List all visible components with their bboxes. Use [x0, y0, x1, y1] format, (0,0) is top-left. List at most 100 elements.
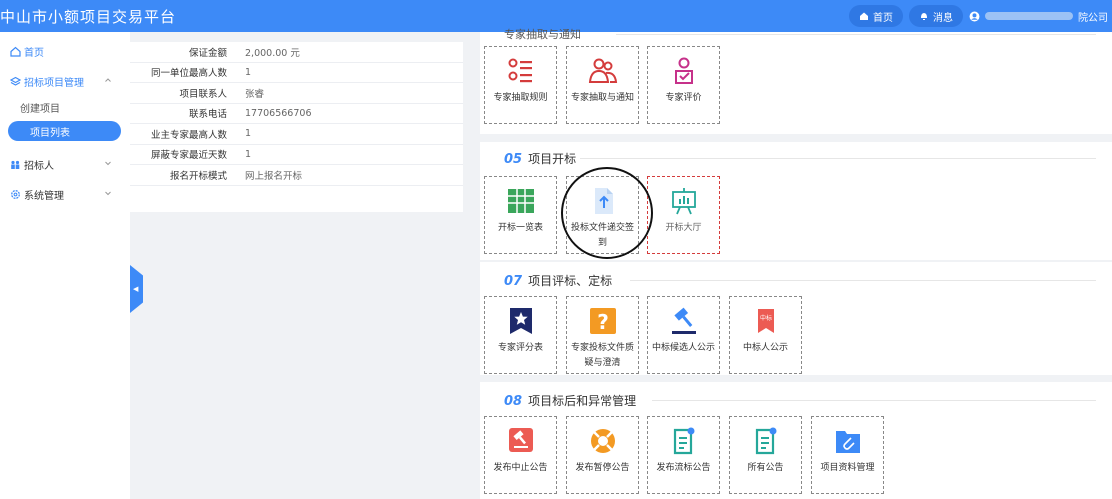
home-icon	[860, 12, 868, 20]
row-key: 业主专家最高人数	[150, 129, 227, 141]
card-label: 开标一览表	[497, 223, 543, 233]
card-candidate-publicity[interactable]: 中标候选人公示	[647, 296, 720, 374]
table-row: 同一单位最高人数 1	[130, 63, 463, 83]
card-label: 项目资料管理	[820, 463, 875, 473]
row-value: 2,000.00 元	[245, 47, 300, 59]
sidebar-item-system-mgmt[interactable]: 系统管理	[0, 179, 130, 209]
question-mark-icon: ?	[588, 307, 618, 335]
annotation-circle	[561, 167, 653, 259]
sidebar-item-label: 招标项目管理	[24, 77, 84, 89]
platform-title: 中山市小额项目交易平台	[0, 7, 177, 26]
presentation-board-icon	[669, 187, 699, 215]
card-winner-publicity[interactable]: 中标 中标人公示	[729, 296, 802, 374]
card-label: 专家投标文件质疑与澄清	[570, 343, 634, 368]
sidebar-subitem-label: 创建项目	[20, 103, 60, 115]
sidebar-item-bidder[interactable]: 招标人	[0, 149, 130, 179]
sidebar-subitem-label: 项目列表	[30, 127, 70, 139]
notice-document-icon	[669, 427, 699, 455]
sidebar-item-label: 系统管理	[24, 190, 64, 202]
user-menu[interactable]: 院公司	[969, 5, 1112, 27]
card-expert-extraction-notice[interactable]: 专家抽取与通知	[566, 46, 639, 124]
paperclip-folder-icon	[833, 427, 863, 455]
card-publish-termination[interactable]: 发布中止公告	[484, 416, 557, 494]
list-icon	[506, 57, 536, 85]
section-title-text: 项目评标、定标	[528, 274, 613, 288]
card-label: 专家抽取规则	[493, 93, 548, 103]
card-label: 专家抽取与通知	[570, 93, 634, 103]
row-key: 报名开标模式	[169, 170, 227, 182]
card-expert-evaluation[interactable]: 专家评价	[647, 46, 720, 124]
group-icon	[588, 57, 618, 85]
table-row: 保证金额 2,000.00 元	[130, 42, 463, 63]
sidebar-item-label: 招标人	[24, 160, 54, 172]
svg-text:?: ?	[597, 310, 609, 334]
table-row: 业主专家最高人数 1	[130, 124, 463, 145]
section-evaluation-award: 07 项目评标、定标 专家评分表 ? 专家投标文件质疑与澄清 中标候选人公示 中…	[480, 262, 1112, 375]
card-publish-suspension[interactable]: 发布暂停公告	[566, 416, 639, 494]
project-detail-table: 保证金额 2,000.00 元 同一单位最高人数 1 项目联系人 张睿 联系电话 177…	[130, 42, 463, 212]
card-label: 中标候选人公示	[651, 343, 715, 353]
card-label: 发布暂停公告	[575, 463, 630, 473]
card-expert-extraction-rules[interactable]: 专家抽取规则	[484, 46, 557, 124]
layers-icon	[10, 76, 21, 87]
card-bid-opening-hall[interactable]: 开标大厅	[647, 176, 720, 254]
card-label: 发布流标公告	[656, 463, 711, 473]
card-label: 专家评分表	[497, 343, 543, 353]
person-check-icon	[669, 57, 699, 85]
message-button[interactable]: 消息	[909, 5, 963, 27]
lifebuoy-icon	[588, 427, 618, 455]
section-title: 05 项目开标	[504, 150, 576, 167]
gear-icon	[10, 189, 21, 200]
user-avatar-icon	[969, 11, 980, 21]
card-expert-scoring-table[interactable]: 专家评分表	[484, 296, 557, 374]
table-row: 联系电话 17706566706	[130, 104, 463, 124]
sidebar-item-label: 首页	[24, 47, 44, 59]
divider	[616, 34, 1096, 35]
row-key: 同一单位最高人数	[150, 68, 227, 80]
section-title-text: 项目开标	[528, 152, 577, 166]
row-value: 张睿	[245, 88, 265, 100]
chevron-up-icon	[105, 78, 111, 82]
home-button[interactable]: 首页	[849, 5, 903, 27]
section-title: 08 项目标后和异常管理	[504, 392, 636, 409]
people-icon	[10, 159, 21, 170]
section-post-bid-mgmt: 08 项目标后和异常管理 发布中止公告 发布暂停公告 发布流标公告 所有公告 项…	[480, 382, 1112, 499]
chevron-down-icon	[105, 161, 111, 166]
section-number: 05	[504, 152, 523, 167]
chevron-left-icon: ◀	[133, 285, 139, 293]
workflow-panel: 专家抽取与通知 专家抽取规则 专家抽取与通知 专家评价 05 项目开标 开标一览…	[480, 28, 1112, 499]
row-key: 项目联系人	[179, 88, 227, 100]
content-gutter	[463, 32, 480, 499]
divider	[580, 158, 1096, 159]
header-actions: 首页 消息 院公司	[849, 0, 1112, 32]
sidebar-item-bidding-project-mgmt[interactable]: 招标项目管理	[0, 66, 130, 96]
card-label: 所有公告	[747, 463, 784, 473]
card-bid-opening-list[interactable]: 开标一览表	[484, 176, 557, 254]
sidebar-subitem-create-project[interactable]: 创建项目	[0, 96, 130, 118]
gavel-icon	[669, 307, 699, 335]
winner-badge-text: 中标	[759, 314, 771, 322]
card-expert-query-clarify[interactable]: ? 专家投标文件质疑与澄清	[566, 296, 639, 374]
sidebar: 首页 招标项目管理 创建项目 项目列表 招标人 系统管理	[0, 32, 130, 499]
gavel-stop-icon	[506, 427, 536, 455]
card-publish-failed-bid[interactable]: 发布流标公告	[647, 416, 720, 494]
card-label: 开标大厅	[665, 223, 702, 233]
card-label: 发布中止公告	[493, 463, 548, 473]
card-project-document-mgmt[interactable]: 项目资料管理	[811, 416, 884, 494]
chevron-down-icon	[105, 191, 111, 196]
divider	[630, 280, 1096, 281]
redacted-username	[985, 12, 1073, 20]
sidebar-collapse-toggle[interactable]: ◀	[130, 265, 143, 313]
row-value: 1	[245, 66, 252, 78]
table-row: 屏蔽专家最近天数 1	[130, 145, 463, 165]
home-button-label: 首页	[873, 12, 893, 24]
table-row: 报名开标模式 网上报名开标	[130, 165, 463, 186]
table-grid-icon	[506, 187, 536, 215]
card-label: 专家评价	[665, 93, 702, 103]
sidebar-item-home[interactable]: 首页	[0, 36, 130, 66]
section-title: 专家抽取与通知	[504, 26, 581, 42]
bell-icon	[921, 13, 927, 20]
sidebar-subitem-project-list[interactable]: 项目列表	[8, 121, 121, 141]
row-key: 保证金额	[188, 47, 227, 59]
card-all-notices[interactable]: 所有公告	[729, 416, 802, 494]
